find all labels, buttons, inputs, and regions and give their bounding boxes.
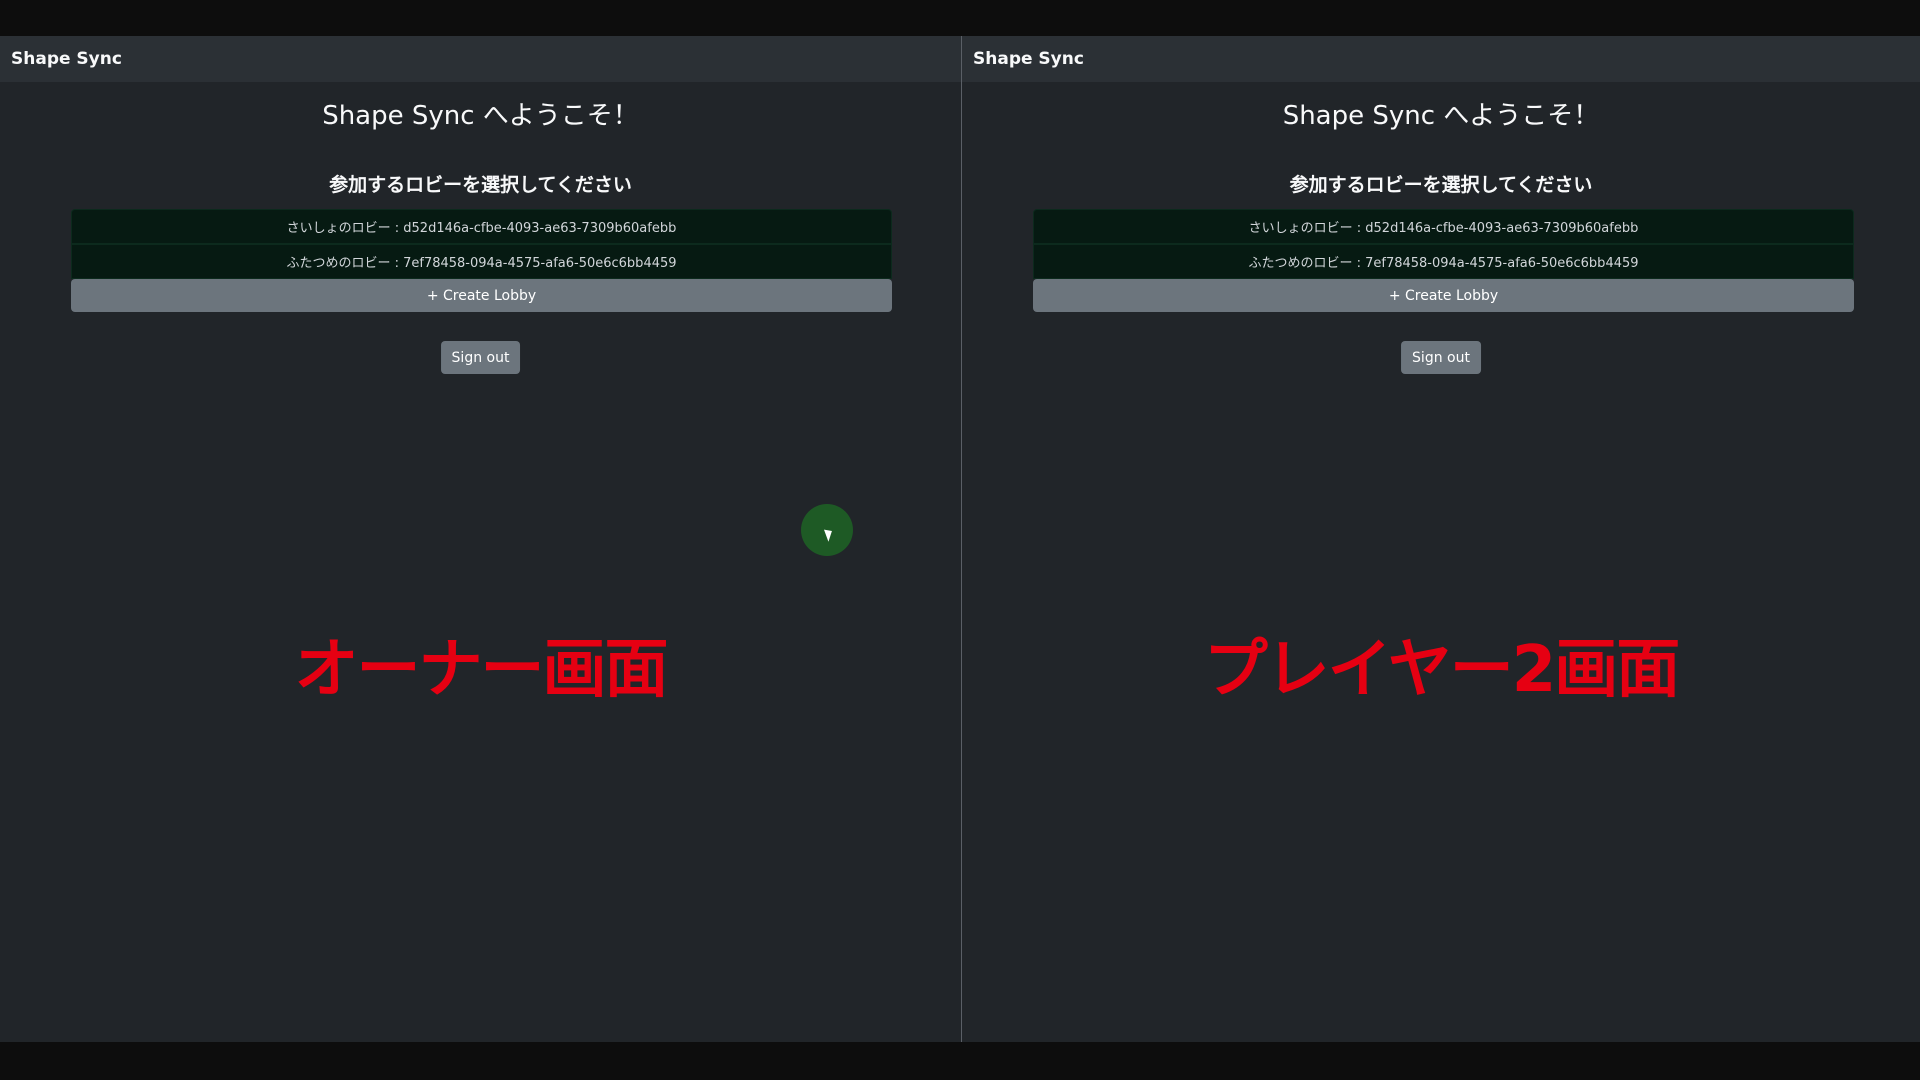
lobby-list: さいしょのロビー : d52d146a-cfbe-4093-ae63-7309b…: [71, 209, 892, 312]
lobby-list: さいしょのロビー : d52d146a-cfbe-4093-ae63-7309b…: [1033, 209, 1854, 312]
sign-out-button[interactable]: Sign out: [440, 341, 521, 374]
owner-screen-label: オーナー画面: [294, 633, 669, 707]
lobby-select-heading: 参加するロビーを選択してください: [329, 174, 632, 196]
lobby-item-second[interactable]: ふたつめのロビー : 7ef78458-094a-4575-afa6-50e6c…: [71, 244, 892, 279]
player2-screen-label: プレイヤー2画面: [1203, 633, 1681, 707]
sign-out-button[interactable]: Sign out: [1401, 341, 1481, 374]
page-title: Shape Sync へようこそ！: [1282, 101, 1600, 131]
lobby-item-second[interactable]: ふたつめのロビー : 7ef78458-094a-4575-afa6-50e6c…: [1033, 244, 1854, 279]
navbar-brand[interactable]: Shape Sync: [973, 49, 1084, 69]
page-title: Shape Sync へようこそ！: [322, 101, 639, 131]
create-lobby-button[interactable]: + Create Lobby: [1033, 279, 1854, 312]
player2-panel: Shape Sync Shape Sync へようこそ！ 参加するロビーを選択し…: [962, 36, 1920, 1042]
navbar: Shape Sync: [962, 36, 1920, 82]
lobby-select-heading: 参加するロビーを選択してください: [1289, 174, 1593, 196]
navbar-brand[interactable]: Shape Sync: [11, 49, 122, 69]
create-lobby-button[interactable]: + Create Lobby: [71, 279, 892, 312]
lobby-item-first[interactable]: さいしょのロビー : d52d146a-cfbe-4093-ae63-7309b…: [1033, 209, 1854, 244]
owner-panel: Shape Sync Shape Sync へようこそ！ 参加するロビーを選択し…: [0, 36, 962, 1042]
lobby-item-first[interactable]: さいしょのロビー : d52d146a-cfbe-4093-ae63-7309b…: [71, 209, 892, 244]
split-screen-frame: Shape Sync Shape Sync へようこそ！ 参加するロビーを選択し…: [0, 36, 1920, 1042]
navbar: Shape Sync: [0, 36, 961, 82]
